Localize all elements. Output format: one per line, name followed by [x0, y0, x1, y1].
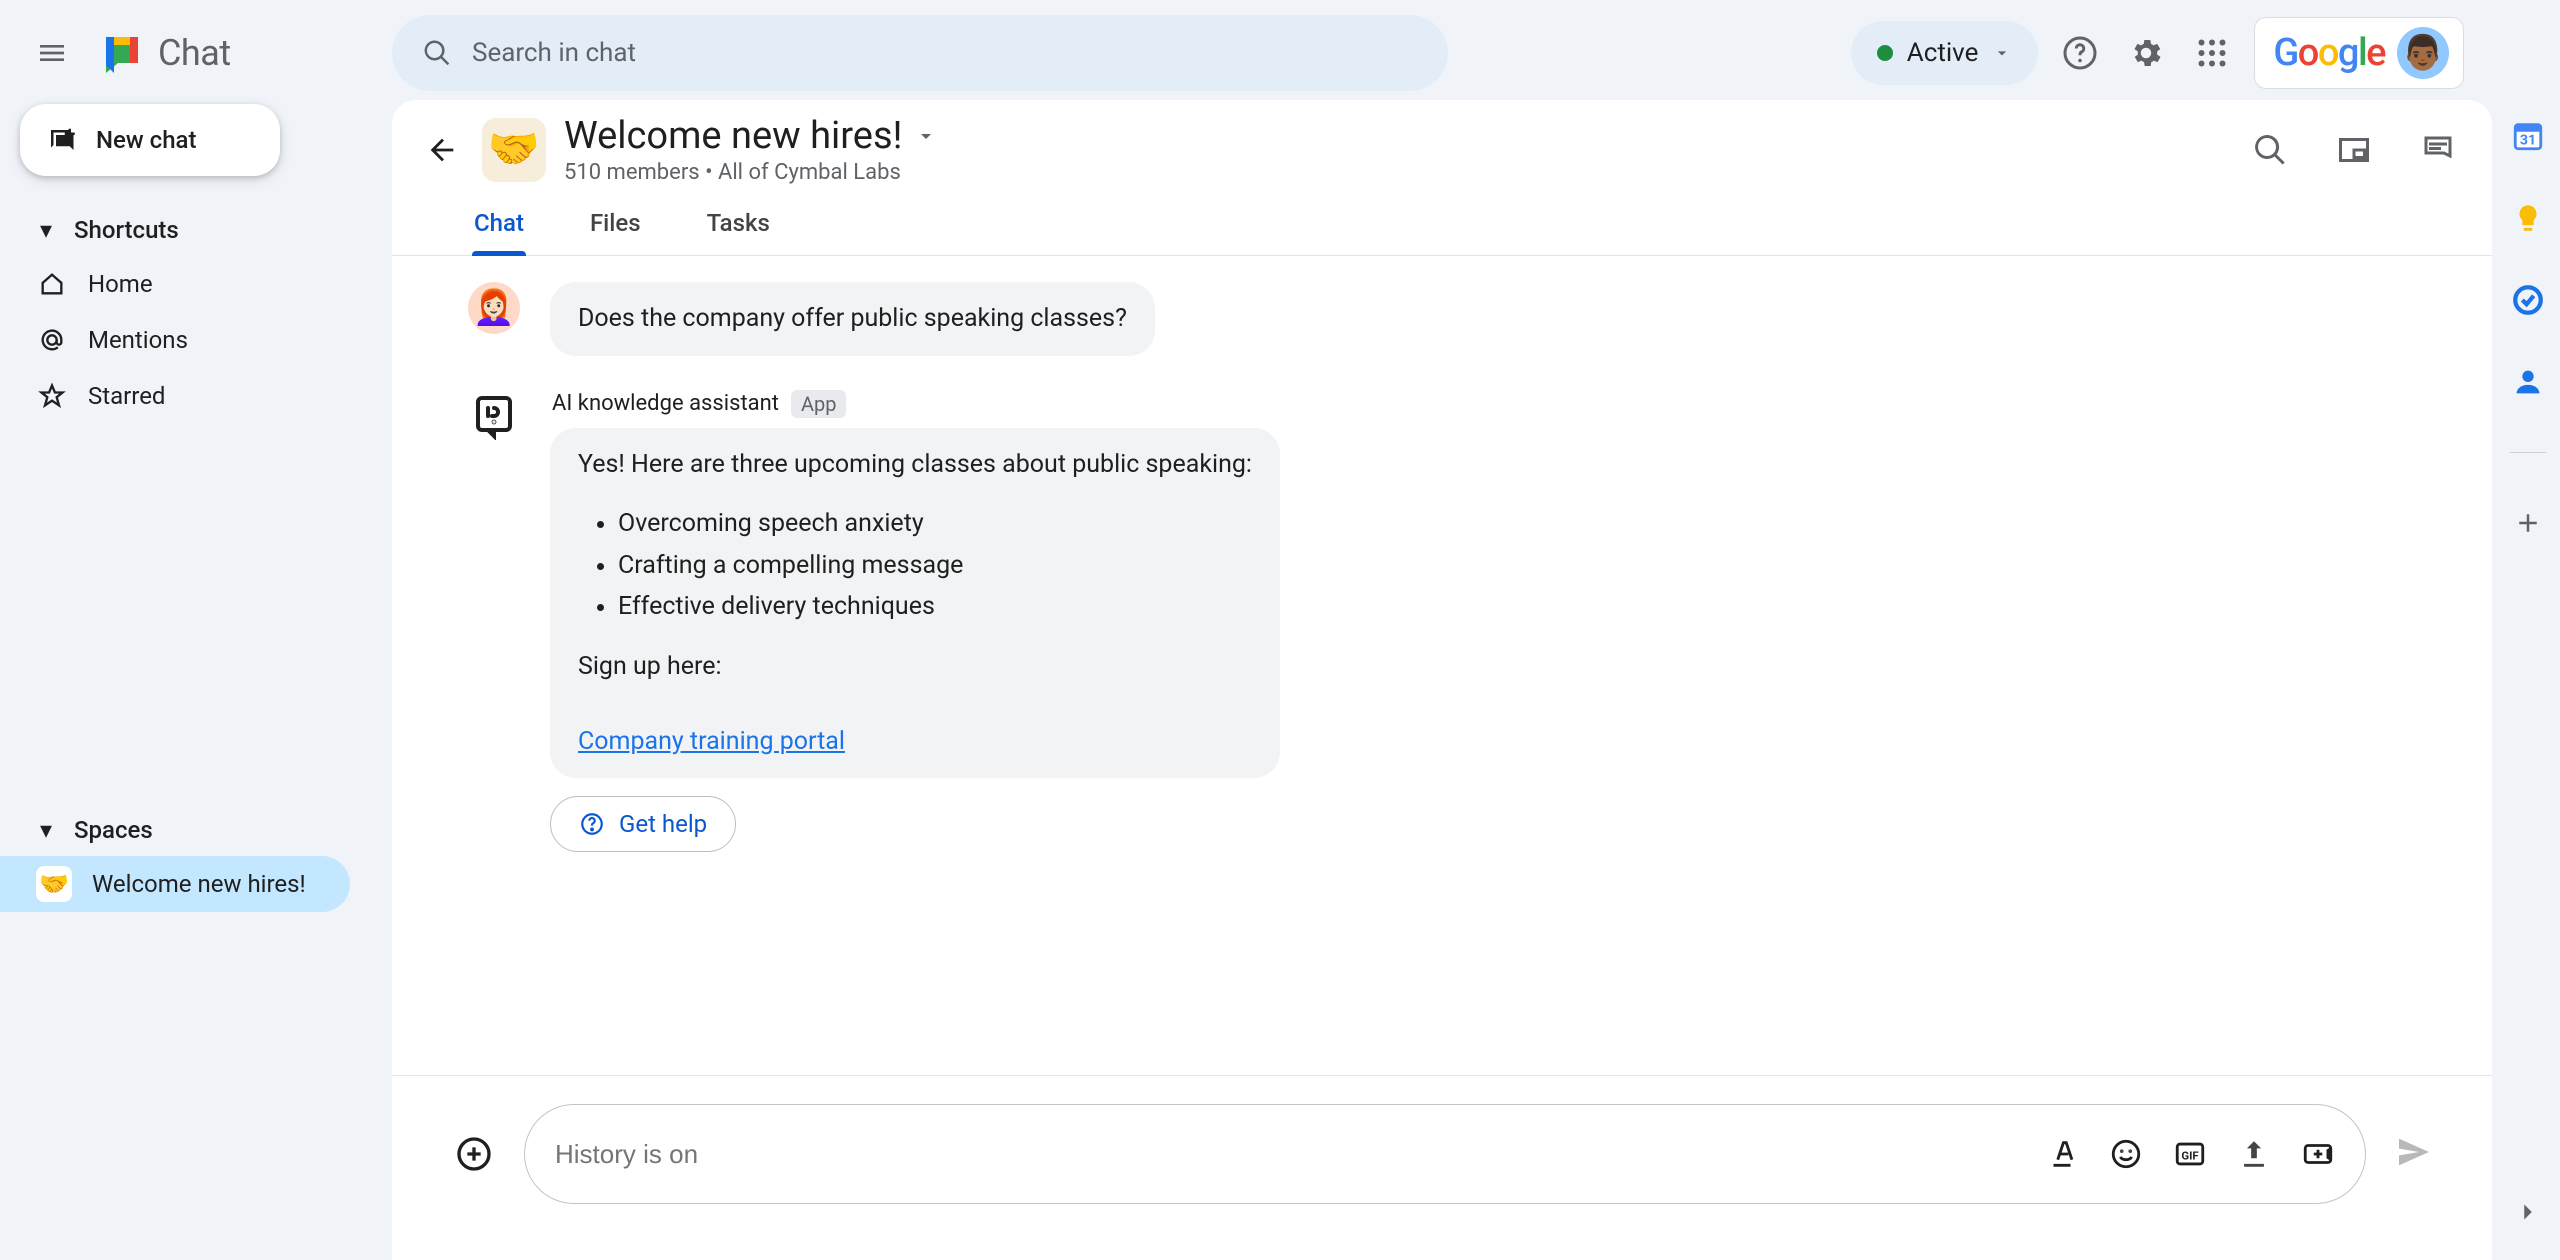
user-avatar[interactable]: 👨🏾: [2397, 27, 2449, 79]
user-message-avatar: 👩🏻‍🦰: [468, 282, 520, 334]
pip-button[interactable]: [2330, 126, 2378, 174]
tasks-app-icon[interactable]: [2510, 282, 2546, 318]
calendar-app-icon[interactable]: 31: [2510, 118, 2546, 154]
send-button[interactable]: [2394, 1132, 2438, 1176]
nav-starred[interactable]: Starred: [0, 368, 392, 424]
help-button[interactable]: [2056, 29, 2104, 77]
caret-down-icon: ▾: [36, 216, 56, 244]
caret-down-icon: ▾: [36, 816, 56, 844]
format-text-icon[interactable]: [2045, 1137, 2079, 1171]
status-selector[interactable]: Active: [1851, 21, 2039, 85]
new-chat-button[interactable]: New chat: [20, 104, 280, 176]
new-chat-label: New chat: [96, 126, 196, 154]
search-in-space-button[interactable]: [2246, 126, 2294, 174]
spaces-header[interactable]: ▾ Spaces: [0, 804, 392, 856]
svg-text:GIF: GIF: [2181, 1149, 2198, 1163]
contacts-app-icon[interactable]: [2510, 364, 2546, 400]
status-active-dot-icon: [1877, 45, 1893, 61]
add-addon-button[interactable]: [2510, 505, 2546, 541]
chat-logo-icon: [98, 29, 146, 77]
back-button[interactable]: [420, 128, 464, 172]
handshake-icon: 🤝: [36, 866, 72, 902]
svg-text:31: 31: [2520, 133, 2536, 149]
search-placeholder: Search in chat: [472, 38, 636, 68]
google-logo: Google: [2273, 31, 2385, 75]
keep-app-icon[interactable]: [2510, 200, 2546, 236]
nav-mentions[interactable]: Mentions: [0, 312, 392, 368]
tab-tasks[interactable]: Tasks: [701, 195, 776, 255]
training-portal-link[interactable]: Company training portal: [578, 727, 845, 756]
settings-button[interactable]: [2122, 29, 2170, 77]
apps-button[interactable]: [2188, 29, 2236, 77]
help-circle-icon: [579, 811, 605, 837]
message-row-user: 👩🏻‍🦰 Does the company offer public speak…: [468, 282, 2452, 356]
chevron-down-icon: [1992, 43, 2012, 63]
add-attachment-button[interactable]: [452, 1132, 496, 1176]
tab-files[interactable]: Files: [584, 195, 647, 255]
gif-icon[interactable]: GIF: [2173, 1137, 2207, 1171]
star-icon: [36, 380, 68, 412]
list-item: Crafting a compelling message: [618, 547, 1252, 585]
chevron-down-icon: [914, 124, 938, 148]
app-name: Chat: [158, 32, 231, 74]
shortcuts-header[interactable]: ▾ Shortcuts: [0, 204, 392, 256]
tab-chat[interactable]: Chat: [468, 195, 530, 255]
account-switcher[interactable]: Google 👨🏾: [2254, 17, 2464, 89]
video-call-icon[interactable]: [2301, 1137, 2335, 1171]
bot-name: AI knowledge assistant: [552, 391, 779, 416]
bot-message: Yes! Here are three upcoming classes abo…: [550, 428, 1280, 779]
chat-logo[interactable]: Chat: [98, 29, 231, 77]
message-row-bot: AI knowledge assistant App Yes! Here are…: [468, 390, 2452, 853]
main-menu-button[interactable]: [28, 29, 76, 77]
list-item: Effective delivery techniques: [618, 588, 1252, 626]
space-avatar: 🤝: [482, 118, 546, 182]
upload-icon[interactable]: [2237, 1137, 2271, 1171]
space-title-dropdown[interactable]: Welcome new hires!: [564, 114, 938, 158]
list-item: Overcoming speech anxiety: [618, 505, 1252, 543]
space-title: Welcome new hires!: [564, 114, 902, 158]
nav-home[interactable]: Home: [0, 256, 392, 312]
search-input[interactable]: Search in chat: [392, 15, 1448, 91]
space-item-welcome-new-hires[interactable]: 🤝 Welcome new hires!: [0, 856, 350, 912]
expand-side-panel-button[interactable]: [2510, 1194, 2546, 1230]
message-composer[interactable]: GIF: [524, 1104, 2366, 1204]
emoji-icon[interactable]: [2109, 1137, 2143, 1171]
space-subtitle: 510 members • All of Cymbal Labs: [564, 160, 938, 185]
message-input[interactable]: [555, 1139, 2035, 1170]
home-icon: [36, 268, 68, 300]
get-help-button[interactable]: Get help: [550, 796, 736, 852]
toggle-panel-button[interactable]: [2414, 126, 2462, 174]
mention-icon: [36, 324, 68, 356]
new-chat-icon: [46, 125, 76, 155]
app-badge: App: [791, 390, 847, 418]
search-icon: [422, 38, 452, 68]
user-message-text: Does the company offer public speaking c…: [550, 282, 1155, 356]
bot-avatar: [468, 390, 520, 442]
